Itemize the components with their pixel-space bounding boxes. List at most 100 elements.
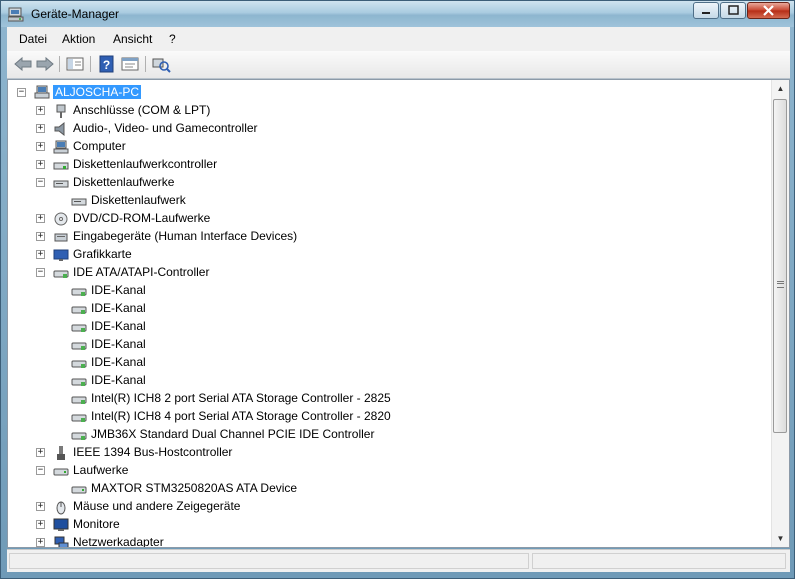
tree-category-item[interactable]: + Mäuse und andere Zeigegeräte [8, 498, 768, 516]
tree-category-item[interactable]: + Monitore [8, 516, 768, 534]
expand-icon[interactable]: + [36, 142, 45, 151]
ide-controller-icon [71, 288, 87, 296]
menu-datei[interactable]: Datei [19, 32, 47, 46]
mouse-icon [56, 501, 66, 515]
tree-root[interactable]: − ALJOSCHA-PC [8, 84, 768, 102]
tree-item-label: IDE-Kanal [91, 319, 146, 333]
ide-controller-icon [71, 360, 87, 368]
device-manager-icon [8, 7, 24, 22]
scroll-up-icon[interactable]: ▲ [772, 80, 789, 97]
back-icon[interactable] [13, 55, 33, 73]
collapse-root-icon[interactable]: − [17, 88, 26, 97]
forward-icon[interactable] [35, 55, 55, 73]
collapse-icon[interactable]: − [36, 178, 45, 187]
expand-icon[interactable]: + [36, 160, 45, 169]
expand-icon[interactable]: + [36, 538, 45, 547]
tree-category-item[interactable]: + Netzwerkadapter [8, 534, 768, 547]
menu-aktion[interactable]: Aktion [62, 32, 95, 46]
port-icon [56, 104, 66, 118]
collapse-icon[interactable]: − [36, 268, 45, 277]
root-computer-label[interactable]: ALJOSCHA-PC [53, 85, 142, 99]
scan-hardware-icon[interactable] [151, 55, 171, 73]
tree-device-item[interactable]: Intel(R) ICH8 2 port Serial ATA Storage … [8, 390, 768, 408]
tree-item-label: IDE ATA/ATAPI-Controller [73, 265, 210, 279]
menu-ansicht[interactable]: Ansicht [113, 32, 152, 46]
tree-device-item[interactable]: IDE-Kanal [8, 300, 768, 318]
tree-item-label: IDE-Kanal [91, 337, 146, 351]
scroll-thumb[interactable] [773, 99, 787, 433]
tree-item-label: IDE-Kanal [91, 373, 146, 387]
tree-category-item[interactable]: + Diskettenlaufwerkcontroller [8, 156, 768, 174]
scroll-down-icon[interactable]: ▼ [772, 530, 789, 547]
disk-drive-icon [71, 486, 87, 494]
tree-device-item[interactable]: IDE-Kanal [8, 354, 768, 372]
expand-icon[interactable]: + [36, 502, 45, 511]
toolbar-separator [59, 56, 60, 72]
tree-item-label: Audio-, Video- und Gamecontroller [73, 121, 258, 135]
tree-category-item[interactable]: + Grafikkarte [8, 246, 768, 264]
tree-category-item[interactable]: − IDE ATA/ATAPI-Controller [8, 264, 768, 282]
close-button[interactable] [747, 2, 790, 19]
status-cell-main [9, 553, 529, 569]
tree-category-item[interactable]: + Audio-, Video- und Gamecontroller [8, 120, 768, 138]
firewire-icon [57, 446, 65, 460]
expand-icon[interactable]: + [36, 232, 45, 241]
maximize-button[interactable] [720, 2, 746, 19]
toolbar: ? [7, 51, 790, 79]
grip-icon [777, 281, 784, 288]
collapse-icon[interactable]: − [36, 466, 45, 475]
expand-icon[interactable]: + [36, 106, 45, 115]
tree-category-item[interactable]: + DVD/CD-ROM-Laufwerke [8, 210, 768, 228]
tree-item-label: IDE-Kanal [91, 283, 146, 297]
tree-category-item[interactable]: − Diskettenlaufwerke [8, 174, 768, 192]
ide-controller-icon [71, 324, 87, 332]
device-manager-window: Geräte-Manager Datei Aktion Ansicht ? ? [0, 0, 795, 579]
ide-controller-icon [71, 378, 87, 386]
tree-item-label: IEEE 1394 Bus-Hostcontroller [73, 445, 233, 459]
tree-category-item[interactable]: + Computer [8, 138, 768, 156]
tree-device-item[interactable]: IDE-Kanal [8, 336, 768, 354]
floppy-controller-icon [53, 162, 69, 170]
tree-item-label: MAXTOR STM3250820AS ATA Device [91, 481, 298, 495]
tree-device-item[interactable]: IDE-Kanal [8, 372, 768, 390]
tree-item-label: Mäuse und andere Zeigegeräte [73, 499, 241, 513]
show-hide-tree-icon[interactable] [65, 55, 85, 73]
ide-controller-icon [71, 396, 87, 404]
status-bar [7, 549, 790, 572]
ide-controller-icon [71, 342, 87, 350]
expand-icon[interactable]: + [36, 448, 45, 457]
device-tree[interactable]: − ALJOSCHA-PC + Anschlüsse (COM & LPT) + Au… [7, 79, 790, 548]
tree-device-item[interactable]: Intel(R) ICH8 4 port Serial ATA Storage … [8, 408, 768, 426]
ide-controller-icon [71, 432, 87, 440]
expand-icon[interactable]: + [36, 124, 45, 133]
tree-device-item[interactable]: Diskettenlaufwerk [8, 192, 768, 210]
tree-device-item[interactable]: IDE-Kanal [8, 318, 768, 336]
help-icon[interactable]: ? [97, 55, 117, 73]
computer-icon [34, 85, 50, 99]
tree-device-item[interactable]: MAXTOR STM3250820AS ATA Device [8, 480, 768, 498]
minimize-button[interactable] [693, 2, 719, 19]
expand-icon[interactable]: + [36, 250, 45, 259]
tree-device-item[interactable]: JMB36X Standard Dual Channel PCIE IDE Co… [8, 426, 768, 444]
properties-icon[interactable] [120, 55, 140, 73]
maximize-icon [728, 5, 739, 15]
menu-help[interactable]: ? [169, 32, 176, 46]
tree-item-label: IDE-Kanal [91, 301, 146, 315]
display-adapter-icon [53, 249, 69, 261]
toolbar-separator [145, 56, 146, 72]
monitor-icon [53, 518, 69, 531]
title-bar[interactable]: Geräte-Manager [1, 1, 794, 27]
vertical-scrollbar[interactable]: ▲ ▼ [771, 80, 789, 547]
svg-text:?: ? [103, 58, 110, 72]
tree-device-item[interactable]: IDE-Kanal [8, 282, 768, 300]
menu-bar: Datei Aktion Ansicht ? [7, 27, 790, 52]
tree-item-label: Intel(R) ICH8 4 port Serial ATA Storage … [91, 409, 391, 423]
expand-icon[interactable]: + [36, 214, 45, 223]
network-icon [54, 536, 69, 547]
tree-category-item[interactable]: − Laufwerke [8, 462, 768, 480]
window-title: Geräte-Manager [31, 7, 120, 21]
expand-icon[interactable]: + [36, 520, 45, 529]
tree-category-item[interactable]: + Anschlüsse (COM & LPT) [8, 102, 768, 120]
tree-category-item[interactable]: + Eingabegeräte (Human Interface Devices) [8, 228, 768, 246]
tree-category-item[interactable]: + IEEE 1394 Bus-Hostcontroller [8, 444, 768, 462]
